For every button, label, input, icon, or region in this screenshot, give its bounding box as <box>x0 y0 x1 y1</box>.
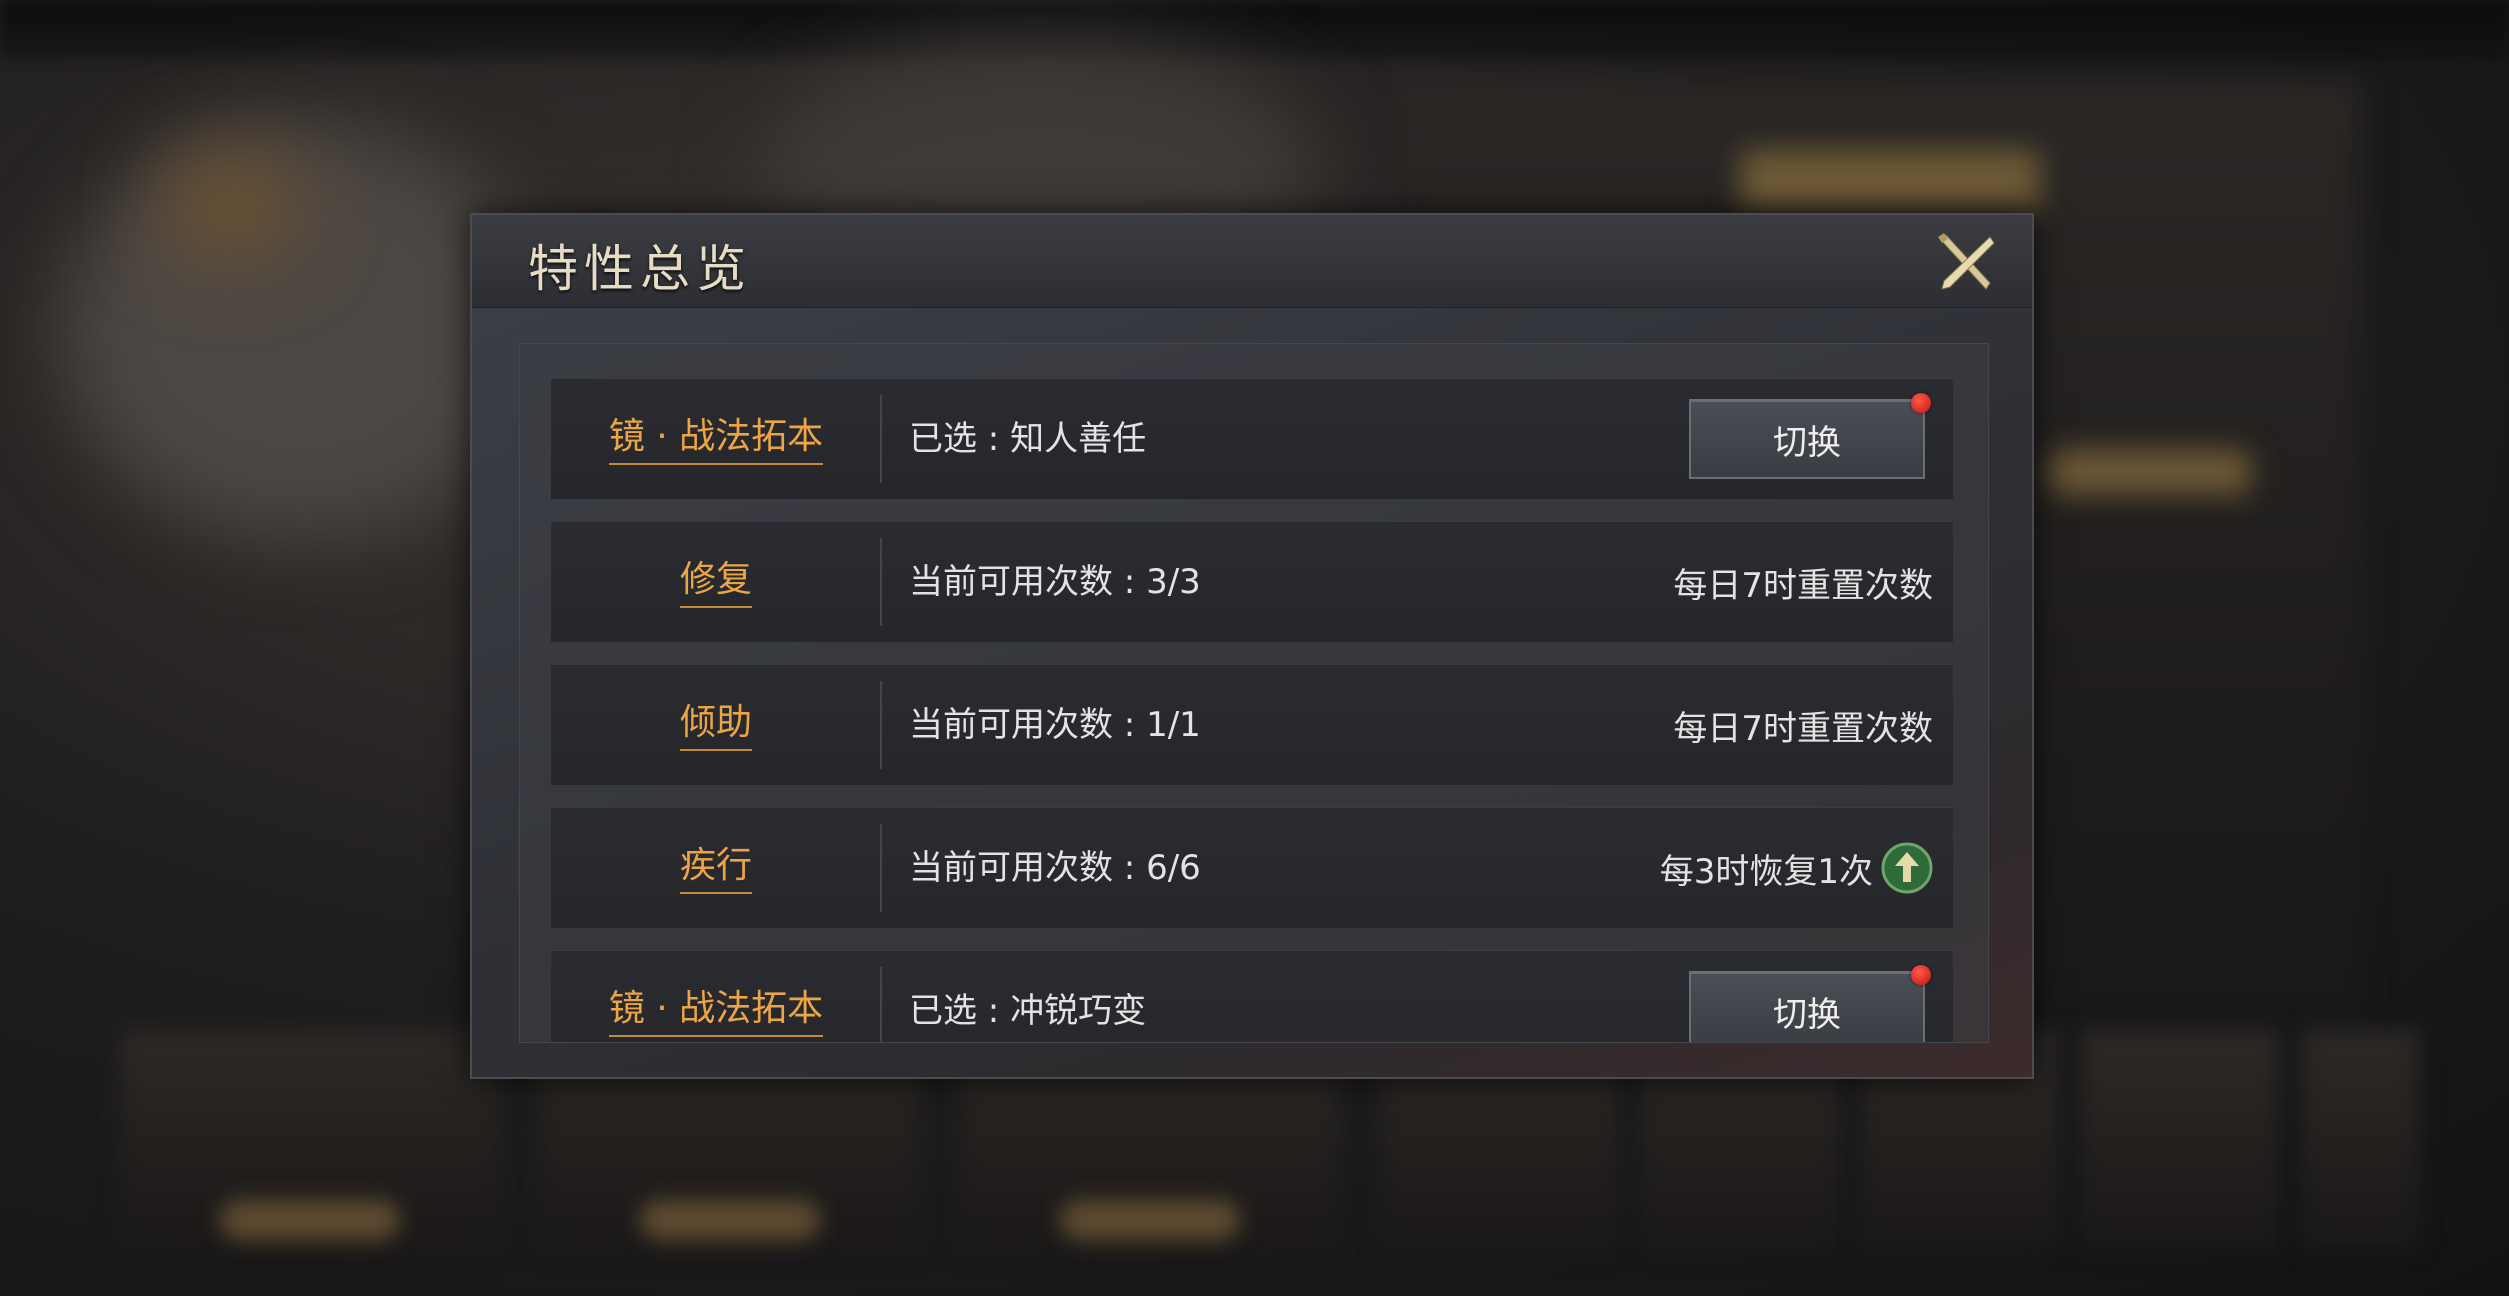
background-top-bar <box>0 0 2509 60</box>
trait-row-tactic-copy-2: 镜 · 战法拓本 已选 : 冲锐巧变 切换 <box>551 950 1953 1042</box>
background-bar <box>1740 150 2040 210</box>
row-divider <box>880 538 882 626</box>
close-icon[interactable] <box>1932 229 1998 295</box>
traits-list[interactable]: 镜 · 战法拓本 已选 : 知人善任 切换 修复 当前可用次数 : 3/3 每日… <box>519 343 1989 1043</box>
green-up-arrow-icon[interactable] <box>1881 842 1933 894</box>
trait-name-link[interactable]: 疾行 <box>679 842 752 894</box>
trait-name-link[interactable]: 倾助 <box>679 699 752 751</box>
switch-button[interactable]: 切换 <box>1689 965 1931 1042</box>
row-divider <box>880 967 882 1042</box>
row-divider <box>880 395 882 483</box>
trait-name-cell: 镜 · 战法拓本 <box>551 951 881 1042</box>
background-tile <box>2080 1030 2280 1250</box>
trait-info: 当前可用次数 : 1/1 <box>909 705 1201 745</box>
trait-overview-dialog: 特性总览 镜 · 战法拓本 已选 : 知人善任 切换 修复 当前可用次数: 3… <box>470 213 2034 1079</box>
trait-name-link[interactable]: 镜 · 战法拓本 <box>608 413 824 465</box>
background-label <box>1060 1200 1240 1240</box>
trait-note: 每日7时重置次数 <box>1673 665 1933 785</box>
trait-note-text: 每日7时重置次数 <box>1673 708 1933 749</box>
trait-name-cell: 修复 <box>551 522 881 642</box>
trait-name-link[interactable]: 修复 <box>679 556 752 608</box>
trait-name-cell: 疾行 <box>551 808 881 928</box>
background-tile <box>2300 1030 2420 1250</box>
switch-button[interactable]: 切换 <box>1689 393 1931 479</box>
background-bar <box>2050 450 2250 494</box>
switch-button-label: 切换 <box>1773 994 1841 1035</box>
background-label <box>220 1200 400 1240</box>
trait-row-repair: 修复 当前可用次数 : 3/3 每日7时重置次数 <box>551 521 1953 642</box>
trait-name-cell: 倾助 <box>551 665 881 785</box>
trait-info: 当前可用次数 : 6/6 <box>909 848 1201 888</box>
background-blob <box>160 150 300 260</box>
trait-name-cell: 镜 · 战法拓本 <box>551 379 881 499</box>
trait-note-text: 每日7时重置次数 <box>1673 565 1933 606</box>
trait-name-link[interactable]: 镜 · 战法拓本 <box>608 985 824 1037</box>
trait-row-march: 疾行 当前可用次数 : 6/6 每3时恢复1次 <box>551 807 1953 928</box>
trait-row-tactic-copy-1: 镜 · 战法拓本 已选 : 知人善任 切换 <box>551 378 1953 499</box>
dialog-header: 特性总览 <box>472 215 2032 308</box>
switch-button-label: 切换 <box>1773 422 1841 463</box>
trait-note: 每3时恢复1次 <box>1660 808 1933 928</box>
trait-info: 当前可用次数 : 3/3 <box>909 562 1201 602</box>
trait-row-assist: 倾助 当前可用次数 : 1/1 每日7时重置次数 <box>551 664 1953 785</box>
trait-info: 已选 : 冲锐巧变 <box>909 991 1147 1031</box>
background-label <box>640 1200 820 1240</box>
row-divider <box>880 681 882 769</box>
trait-info: 已选 : 知人善任 <box>909 419 1147 459</box>
trait-note: 每日7时重置次数 <box>1673 522 1933 642</box>
dialog-title: 特性总览 <box>528 240 752 298</box>
red-dot-notification-icon <box>1911 393 1931 413</box>
trait-note-text: 每3时恢复1次 <box>1659 851 1873 892</box>
row-divider <box>880 824 882 912</box>
red-dot-notification-icon <box>1911 965 1931 985</box>
background-blob <box>60 120 540 540</box>
